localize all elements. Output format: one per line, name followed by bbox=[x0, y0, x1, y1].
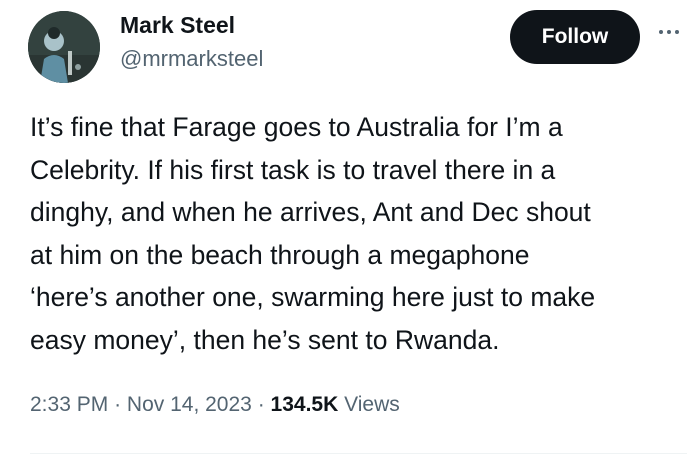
avatar-image bbox=[28, 11, 100, 83]
tweet-time[interactable]: 2:33 PM bbox=[30, 393, 108, 416]
tweet-text-line: ‘here’s another one, swarming here just … bbox=[30, 282, 596, 312]
author-handle[interactable]: @mrmarksteel bbox=[120, 46, 263, 72]
tweet-text-line: at him on the beach through a megaphone bbox=[30, 239, 530, 270]
author-name[interactable]: Mark Steel bbox=[120, 12, 235, 39]
views-count: 134.5K bbox=[270, 393, 339, 416]
tweet-text-line: It’s fine that Farage goes to Australia … bbox=[30, 112, 563, 142]
follow-button[interactable]: Follow bbox=[510, 10, 640, 64]
tweet-text-line: easy money’, then he’s sent to Rwanda. bbox=[30, 324, 500, 355]
tweet-text-line: dinghy, and when he arrives, Ant and Dec… bbox=[30, 197, 591, 227]
avatar[interactable] bbox=[28, 11, 100, 83]
tweet-date[interactable]: Nov 14, 2023 bbox=[127, 393, 252, 416]
more-horizontal-icon[interactable] bbox=[654, 22, 684, 42]
views-label: Views bbox=[344, 393, 400, 416]
more-dot bbox=[675, 30, 679, 34]
tweet-text: It’s fine that Farage goes to Australia … bbox=[30, 106, 680, 361]
meta-separator: · bbox=[114, 393, 122, 416]
more-dot bbox=[659, 30, 663, 34]
meta-separator: · bbox=[257, 393, 265, 416]
tweet-text-line: Celebrity. If his first task is to trave… bbox=[30, 154, 556, 185]
tweet-card: Mark Steel @mrmarksteel Follow It’s fine… bbox=[0, 0, 687, 456]
divider bbox=[30, 453, 687, 454]
more-dot bbox=[667, 30, 671, 34]
tweet-meta: 2:33 PM · Nov 14, 2023 · 134.5K Views bbox=[30, 393, 400, 417]
